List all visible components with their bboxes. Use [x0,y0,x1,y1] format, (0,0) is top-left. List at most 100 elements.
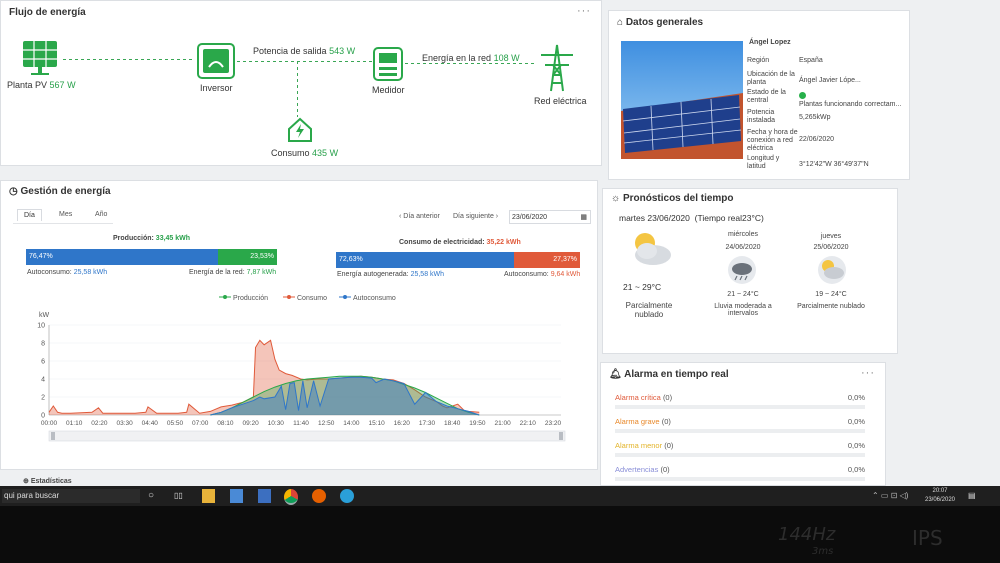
autoconsumo2-label: Autoconsumo: 9,64 kWh [504,271,580,278]
x-tick-label: 15:10 [368,420,385,427]
date-picker[interactable]: 23/06/2020 ▦ [509,210,591,224]
mail-icon[interactable] [258,489,271,503]
weather-today: martes 23/06/2020 (Tiempo real23°C) [619,213,764,223]
x-tick-label: 03:30 [116,420,133,427]
next-day-button[interactable]: Día siguiente › [453,213,498,220]
prev-day-button[interactable]: ‹ Día anterior [399,213,440,220]
edge-icon[interactable] [340,489,354,503]
weather-panel: ☼ Pronósticos del tiempo martes 23/06/20… [602,188,898,354]
tray-icons[interactable]: ⌃ ▭ ⊡ ◁) [872,489,908,503]
autoconsumo-value: 25,58 kWh [73,269,108,276]
general-data-title-text: Datos generales [625,17,704,28]
legend-marker [223,295,227,299]
screen: Flujo de energía ··· Planta PV 567 W Inv… [0,0,1000,486]
alarm-row-major[interactable]: Alarma grave (0) 0,0% [615,417,865,426]
alarm-row-warning[interactable]: Advertencias (0) 0,0% [615,465,865,474]
bezel-hz: 144Hz [778,524,836,545]
partly-cloudy-icon [815,255,849,290]
day2-name: jueves [820,233,842,240]
grid-energy-label: Energía de la red: 7,87 kWh [189,269,276,276]
flow-line-pv-inverter [63,59,193,60]
statistics-label[interactable]: ⊕ Estadísticas [23,477,72,485]
x-tick-label: 05:50 [167,420,184,427]
energy-management-panel: ◷ Gestión de energía Día Mes Año ‹ Día a… [0,180,598,485]
series-area-autoconsumo [210,377,480,415]
legend-label: Consumo [297,295,327,302]
general-data-panel: ⌂ Datos generales Ángel Lopez Región Esp… [608,10,910,180]
general-row-value: 22/06/2020 [799,136,835,143]
task-view-icon[interactable]: ▯▯ [174,489,183,503]
self-gen-label: Energía autogenerada: 25,58 kWh [337,271,444,278]
general-row: Fecha y hora de conexión a red eléctrica [747,129,798,152]
home-icon: ⌂ [617,17,624,28]
general-data-title: ⌂ Datos generales [617,17,703,28]
tray-clock[interactable]: 20:07 23/06/2020 [920,487,960,503]
tab-month[interactable]: Mes [59,211,72,218]
pv-value: 567 W [49,80,76,90]
x-tick-label: 10:30 [268,420,285,427]
x-tick-label: 21:00 [494,420,511,427]
grid-flow-value: 108 W [493,53,520,63]
cons-bar-grid: 27,37% [514,252,580,268]
day2-desc: Parcialmente nublado [797,303,865,310]
alarm-pct: 0,0% [847,417,865,426]
alarm-count: (0) [661,417,671,426]
x-tick-label: 23:20 [545,420,562,427]
output-power-text: Potencia de salida [253,46,327,56]
self-gen-text: Energía autogenerada: [337,271,409,278]
tab-day[interactable]: Día [17,209,42,221]
inverter-label: Inversor [200,83,233,93]
power-tower-icon [537,41,577,98]
cortana-icon[interactable]: ○ [148,489,154,503]
alarm-row-minor[interactable]: Alarma menor (0) 0,0% [615,441,865,450]
alarm-label: Alarma crítica [615,393,661,402]
prod-bar-self: 76,47% [26,249,218,265]
legend-label: Autoconsumo [353,295,396,302]
general-row: Región [747,57,770,64]
x-tick-label: 19:50 [469,420,486,427]
taskbar: qui para buscar ○ ▯▯ ⌃ ▭ ⊡ ◁) 20:07 23/0… [0,486,1000,506]
general-row: Ubicación de la planta [747,71,795,86]
alarm-row-critical[interactable]: Alarma crítica (0) 0,0% [615,393,865,402]
x-tick-label: 11:40 [293,420,309,427]
y-tick-label: 2 [41,395,45,402]
autoconsumo2-value: 9,64 kWh [550,271,581,278]
general-row-value: Plantas funcionando correctam... [799,101,902,108]
prod-bar-grid: 23,53% [218,249,277,265]
alarm-menu-button[interactable]: ··· [861,367,875,379]
store-icon[interactable] [230,489,243,503]
general-row: Estado de la central [747,89,786,104]
grid-energy-value: 7,87 kWh [246,269,277,276]
explorer-icon[interactable] [202,489,215,503]
alarm-label: Alarma menor [615,441,663,450]
x-tick-label: 04:40 [142,420,159,427]
taskbar-search[interactable]: qui para buscar [2,489,140,503]
date-value: 23/06/2020 [512,214,548,221]
sun-icon: ☼ [611,193,621,204]
plant-photo [621,41,743,159]
general-row: Longitud y latitud [747,155,780,170]
legend-marker [287,295,291,299]
output-power-label: Potencia de salida 543 W [253,46,355,56]
tab-year[interactable]: Año [95,211,107,218]
day1-range: 21 ~ 24°C [727,291,759,298]
x-tick-label: 22:10 [520,420,537,427]
firefox-icon[interactable] [312,489,326,503]
output-power-value: 543 W [329,46,356,56]
home-icon [287,117,313,148]
chart-zoom-slider [48,430,566,442]
chrome-icon[interactable] [284,489,298,505]
alarm-title: 🔔︎ Alarma en tiempo real [609,369,729,380]
alarm-track [615,405,865,409]
alarm-count: (0) [662,393,673,402]
autoconsumo2-text: Autoconsumo: [504,271,549,278]
alarm-track [615,453,865,457]
monitor-bezel: 144Hz 3ms IPS [0,506,1000,563]
day2-range: 19 ~ 24°C [815,291,847,298]
autoconsumo-text: Autoconsumo: [27,269,72,276]
calendar-icon: ▦ [580,214,587,221]
plus-icon: ⊕ [23,478,29,485]
notifications-icon[interactable]: ▤ [968,489,976,503]
autoconsumo-label: Autoconsumo: 25,58 kWh [27,269,107,276]
energy-flow-menu-button[interactable]: ··· [577,5,591,17]
